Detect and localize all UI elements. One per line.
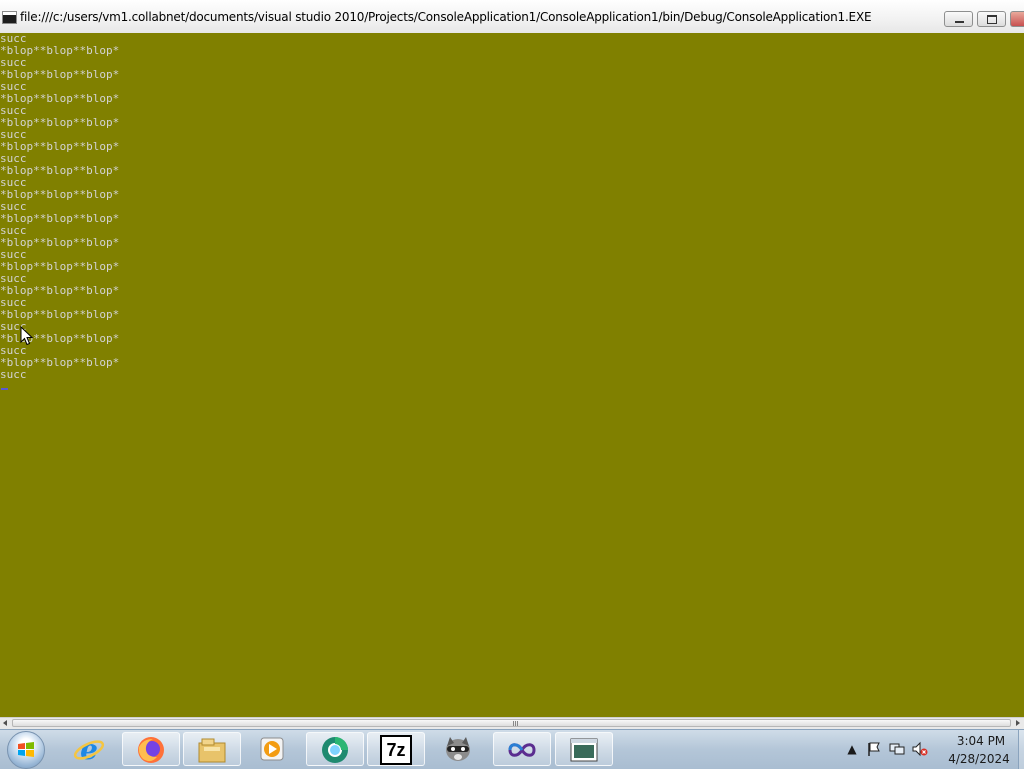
volume-muted-icon[interactable] [912, 741, 928, 757]
network-icon[interactable] [889, 741, 905, 757]
console-window-icon [570, 738, 598, 762]
taskbar: e 7z ▲ 3:04 PM 4/28/2024 [0, 729, 1024, 769]
taskbar-item-file-explorer[interactable] [183, 732, 241, 766]
taskbar-item-media-player[interactable] [244, 732, 302, 766]
show-desktop-button[interactable] [1018, 730, 1024, 769]
scrollbar-grip-icon [513, 721, 519, 726]
taskbar-item-7zip[interactable]: 7z [367, 732, 425, 766]
7zip-label: 7z [386, 740, 406, 760]
media-player-icon [260, 737, 284, 761]
action-center-flag-icon[interactable] [866, 741, 882, 757]
system-tray: ▲ 3:04 PM 4/28/2024 [840, 730, 1024, 769]
scroll-right-icon[interactable] [1016, 720, 1020, 726]
window-title: file:///c:/users/vm1.collabnet/documents… [20, 10, 872, 24]
horizontal-scrollbar[interactable] [0, 717, 1024, 729]
firefox-icon [138, 737, 164, 763]
taskbar-item-firefox[interactable] [122, 732, 180, 766]
clock-time[interactable]: 3:04 PM [952, 734, 1010, 748]
console-app-icon[interactable] [2, 11, 17, 24]
taskbar-item-console-window[interactable] [555, 732, 613, 766]
taskbar-item-raccoon-app[interactable] [430, 732, 488, 766]
mouse-pointer-icon [20, 326, 34, 346]
console-output: succ *blop**blop**blop* succ *blop**blop… [0, 32, 120, 381]
chrome-like-app-icon [322, 737, 348, 763]
show-hidden-icons-icon[interactable]: ▲ [844, 741, 860, 757]
clock-date[interactable]: 4/28/2024 [946, 752, 1012, 766]
taskbar-item-internet-explorer[interactable]: e [61, 732, 119, 766]
7zip-icon: 7z [380, 735, 412, 765]
svg-text:e: e [80, 734, 98, 764]
minimize-button[interactable] [944, 11, 973, 27]
taskbar-item-chrome-like-app[interactable] [306, 732, 364, 766]
scrollbar-thumb[interactable] [12, 719, 1011, 727]
visual-studio-icon [508, 743, 536, 757]
text-cursor [1, 388, 8, 390]
console-area[interactable]: succ *blop**blop**blop* succ *blop**blop… [0, 33, 1024, 717]
scroll-left-icon[interactable] [3, 720, 7, 726]
taskbar-item-visual-studio[interactable] [493, 732, 551, 766]
windows-start-orb-icon[interactable] [7, 731, 45, 769]
window-titlebar[interactable]: file:///c:/users/vm1.collabnet/documents… [0, 0, 1024, 34]
maximize-button[interactable] [977, 11, 1006, 27]
file-explorer-icon [198, 738, 226, 763]
internet-explorer-icon: e [73, 734, 105, 764]
raccoon-app-icon [446, 737, 470, 761]
close-button[interactable] [1010, 11, 1024, 27]
